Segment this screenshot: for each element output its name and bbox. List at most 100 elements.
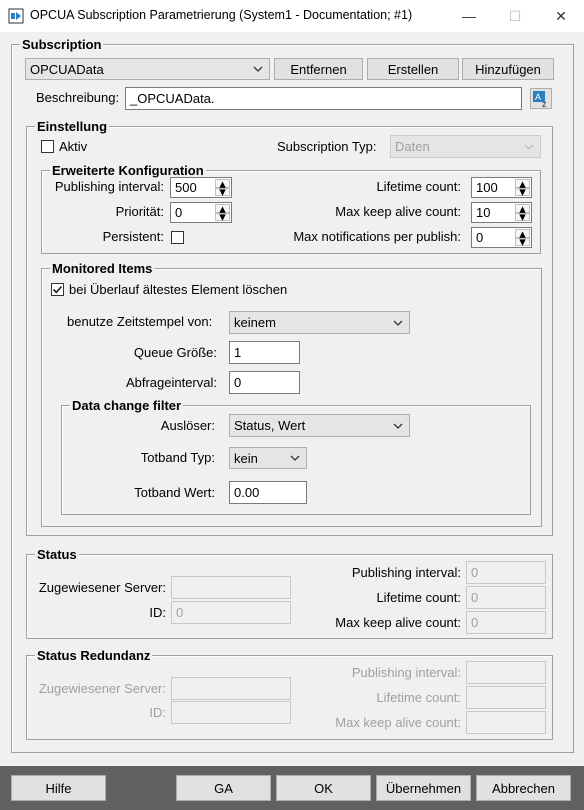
monitored-items-group-title: Monitored Items: [50, 261, 155, 276]
ok-button[interactable]: OK: [276, 775, 371, 801]
status-publishing-field[interactable]: 0: [466, 561, 546, 584]
title-bar: OPCUA Subscription Parametrierung (Syste…: [0, 0, 584, 32]
queue-field[interactable]: 1: [229, 341, 300, 364]
add-button[interactable]: Hinzufügen: [462, 58, 554, 80]
timestamp-value: keinem: [234, 315, 276, 330]
max-notifications-label: Max notifications per publish:: [293, 229, 461, 244]
totband-typ-value: kein: [234, 450, 258, 466]
status-group-title: Status: [35, 547, 79, 562]
description-field[interactable]: _OPCUAData.: [125, 87, 522, 110]
remove-button[interactable]: Entfernen: [274, 58, 363, 80]
status-lifetime-field[interactable]: 0: [466, 586, 546, 609]
redundanz-server-field[interactable]: [171, 677, 291, 700]
minimize-button[interactable]: —: [446, 0, 492, 32]
ausloeser-select[interactable]: Status, Wert: [229, 414, 410, 437]
totband-typ-select[interactable]: kein: [229, 447, 307, 469]
max-keep-alive-stepper[interactable]: 10 ▴ ▾: [471, 202, 532, 223]
data-change-filter-group-title: Data change filter: [70, 398, 184, 413]
status-server-field[interactable]: [171, 576, 291, 599]
redundanz-keepalive-label: Max keep alive count:: [335, 715, 461, 730]
publishing-interval-value: 500: [175, 180, 197, 195]
timestamp-select[interactable]: keinem: [229, 311, 410, 334]
redundanz-lifetime-label: Lifetime count:: [376, 690, 461, 705]
publishing-interval-label: Publishing interval:: [54, 179, 164, 194]
spin-buttons[interactable]: ▴ ▾: [515, 228, 530, 247]
max-keep-alive-value: 10: [476, 205, 491, 220]
subscription-group-title: Subscription: [20, 37, 104, 52]
chevron-down-icon: [393, 320, 403, 326]
opcua-app-icon: [8, 8, 24, 24]
redundanz-publishing-field[interactable]: [466, 661, 546, 684]
spin-buttons[interactable]: ▴ ▾: [515, 203, 530, 222]
chevron-down-icon: [253, 66, 263, 72]
prioritaet-stepper[interactable]: 0 ▴ ▾: [170, 202, 232, 223]
overflow-checkbox[interactable]: [51, 283, 64, 296]
lifetime-count-stepper[interactable]: 100 ▴ ▾: [471, 177, 532, 198]
lifetime-count-value: 100: [476, 180, 498, 195]
status-lifetime-label: Lifetime count:: [376, 590, 461, 605]
timestamp-label: benutze Zeitstempel von:: [67, 314, 213, 329]
ga-button[interactable]: GA: [176, 775, 271, 801]
redundanz-lifetime-field[interactable]: [466, 686, 546, 709]
description-label: Beschreibung:: [36, 90, 120, 105]
subscription-typ-select[interactable]: Daten: [390, 135, 541, 158]
spin-buttons[interactable]: ▴ ▾: [215, 203, 230, 222]
max-notifications-stepper[interactable]: 0 ▴ ▾: [471, 227, 532, 248]
status-id-label: ID:: [149, 605, 166, 620]
subscription-typ-value: Daten: [395, 139, 430, 154]
spin-down-icon[interactable]: ▾: [215, 185, 230, 197]
totband-wert-label: Totband Wert:: [134, 485, 215, 500]
help-button[interactable]: Hilfe: [11, 775, 106, 801]
redundanz-publishing-label: Publishing interval:: [351, 665, 461, 680]
spin-buttons[interactable]: ▴ ▾: [215, 178, 230, 197]
totband-typ-label: Totband Typ:: [140, 450, 215, 465]
chevron-down-icon: [290, 455, 300, 461]
translate-icon[interactable]: A z: [530, 88, 552, 109]
queue-label: Queue Größe:: [133, 345, 217, 360]
spin-down-icon[interactable]: ▾: [515, 185, 530, 197]
redundanz-server-label: Zugewiesener Server:: [38, 681, 166, 696]
subscription-typ-label: Subscription Typ:: [277, 139, 377, 154]
subscription-select[interactable]: OPCUAData: [25, 58, 270, 80]
status-publishing-label: Publishing interval:: [351, 565, 461, 580]
status-keepalive-field[interactable]: 0: [466, 611, 546, 634]
totband-wert-field[interactable]: 0.00: [229, 481, 307, 504]
chevron-down-icon: [393, 423, 403, 429]
status-server-label: Zugewiesener Server:: [38, 580, 166, 595]
spin-buttons[interactable]: ▴ ▾: [515, 178, 530, 197]
ausloeser-value: Status, Wert: [234, 418, 306, 433]
abfrage-label: Abfrageinterval:: [125, 375, 217, 390]
check-icon: [52, 285, 63, 294]
spin-down-icon[interactable]: ▾: [515, 235, 530, 247]
cancel-button[interactable]: Abbrechen: [476, 775, 571, 801]
svg-text:A: A: [535, 92, 541, 102]
status-id-field[interactable]: 0: [171, 601, 291, 624]
aktiv-label: Aktiv: [59, 139, 88, 154]
close-button[interactable]: ✕: [538, 0, 584, 32]
create-button[interactable]: Erstellen: [367, 58, 459, 80]
persistent-label: Persistent:: [102, 229, 164, 244]
overflow-label: bei Überlauf ältestes Element löschen: [69, 282, 288, 297]
status-redundanz-group-title: Status Redundanz: [35, 648, 153, 663]
persistent-checkbox[interactable]: [171, 231, 184, 244]
window-title: OPCUA Subscription Parametrierung (Syste…: [30, 8, 413, 22]
spin-down-icon[interactable]: ▾: [215, 210, 230, 222]
maximize-button[interactable]: ☐: [492, 0, 538, 32]
max-keep-alive-label: Max keep alive count:: [335, 204, 461, 219]
prioritaet-value: 0: [175, 205, 183, 220]
redundanz-id-field[interactable]: [171, 701, 291, 724]
einstellung-group-title: Einstellung: [35, 119, 110, 134]
svg-text:z: z: [542, 99, 547, 109]
chevron-down-icon: [524, 144, 534, 150]
abfrage-field[interactable]: 0: [229, 371, 300, 394]
aktiv-checkbox[interactable]: [41, 140, 54, 153]
status-keepalive-label: Max keep alive count:: [335, 615, 461, 630]
apply-button[interactable]: Übernehmen: [376, 775, 471, 801]
ausloeser-label: Auslöser:: [160, 418, 215, 433]
spin-down-icon[interactable]: ▾: [515, 210, 530, 222]
redundanz-keepalive-field[interactable]: [466, 711, 546, 734]
max-notifications-value: 0: [476, 230, 484, 245]
redundanz-id-label: ID:: [149, 705, 166, 720]
prioritaet-label: Priorität:: [115, 204, 164, 219]
publishing-interval-stepper[interactable]: 500 ▴ ▾: [170, 177, 232, 198]
